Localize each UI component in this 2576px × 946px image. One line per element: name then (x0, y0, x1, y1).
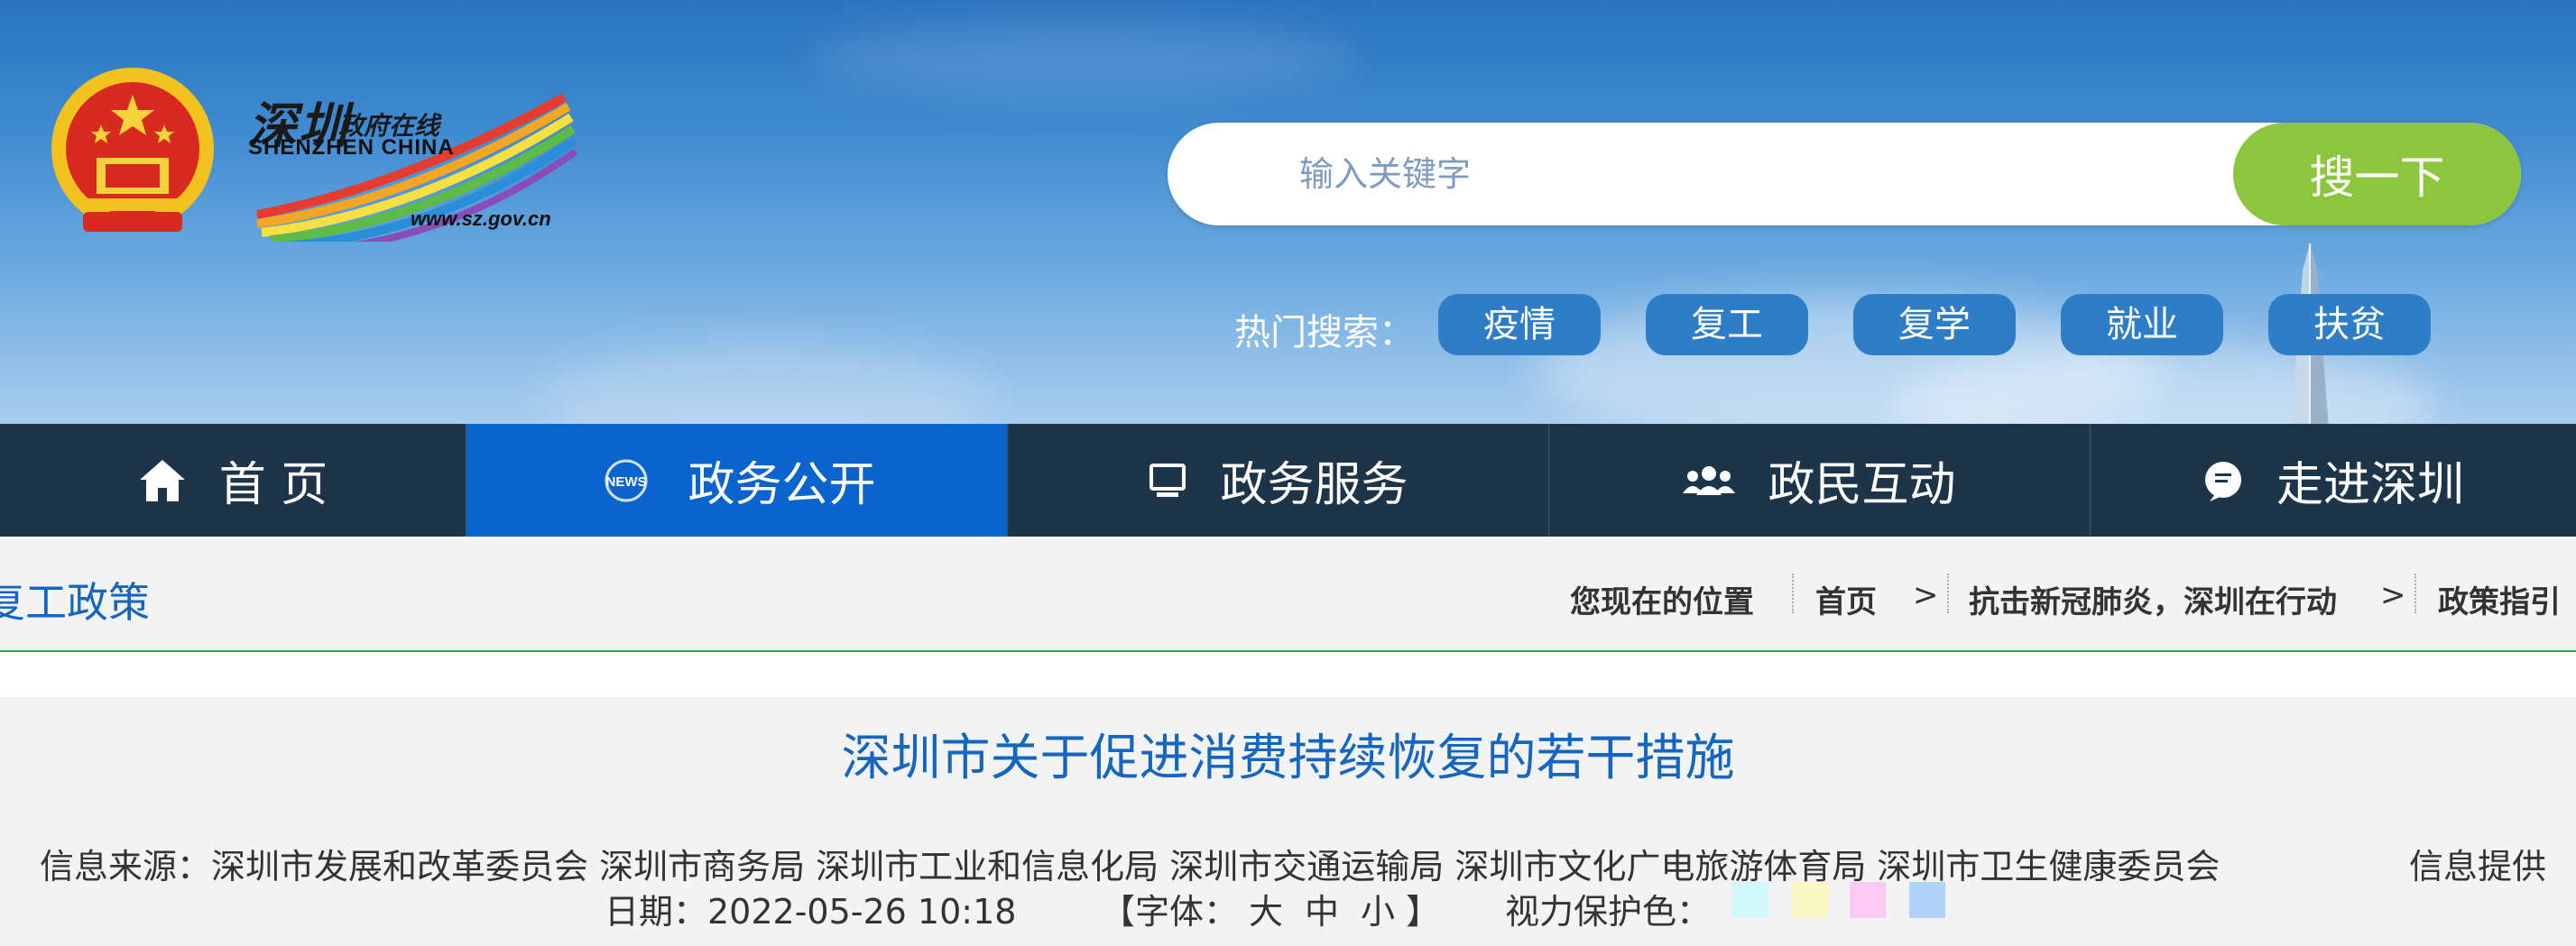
eye-color-swatch-blue[interactable] (1909, 882, 1945, 918)
spacer-strip (0, 654, 2576, 697)
breadcrumb-divider (1792, 574, 1794, 613)
nav-item-government-affairs[interactable]: NEWS 政务公开 (466, 424, 1008, 537)
article-source: 信息来源：深圳市发展和改革委员会 深圳市商务局 深圳市工业和信息化局 深圳市交通… (40, 847, 2221, 886)
logo-url: www.sz.gov.cn (411, 207, 551, 230)
hot-search-label: 热门搜索： (1234, 312, 1415, 354)
svg-text:NEWS: NEWS (606, 474, 647, 490)
breadcrumb-chevron: > (2380, 577, 2406, 613)
nav-item-citizen-interaction[interactable]: 政民互动 (1549, 424, 2091, 537)
national-emblem-icon (51, 68, 214, 232)
search-button[interactable]: 搜一下 (2233, 123, 2521, 225)
article-title: 深圳市关于促进消费持续恢复的若干措施 (841, 729, 1735, 786)
cloud-decoration (541, 343, 993, 424)
hot-search-tag[interactable]: 扶贫 (2268, 294, 2431, 355)
eye-color-swatch-cyan[interactable] (1732, 882, 1768, 918)
eye-color-swatch-yellow[interactable] (1792, 882, 1828, 918)
breadcrumb-item-home[interactable]: 首页 (1815, 577, 1877, 621)
hot-search-tag[interactable]: 就业 (2061, 294, 2223, 355)
people-icon (1683, 465, 1736, 495)
nav-item-government-services[interactable]: 政务服务 (1008, 424, 1549, 537)
search-input[interactable] (1299, 144, 2184, 204)
hot-search-tag[interactable]: 复学 (1853, 294, 2016, 355)
font-size-label: 【字体： (1101, 892, 1239, 932)
monitor-icon (1150, 463, 1186, 497)
logo-text-en: SHENZHEN CHINA (248, 135, 455, 160)
nav-item-label: 首 页 (218, 458, 328, 512)
section-title: 复工政策 (0, 578, 150, 627)
font-size-large-button[interactable]: 大 (1249, 884, 1283, 933)
font-size-small-button[interactable]: 小 (1361, 884, 1395, 933)
chat-icon (2204, 461, 2241, 501)
nav-item-home[interactable]: 首 页 (0, 424, 466, 537)
breadcrumb-item-policy[interactable]: 政策指引 (2438, 577, 2561, 621)
nav-item-label: 政务公开 (688, 458, 876, 512)
breadcrumb-location-label: 您现在的位置 (1570, 584, 1754, 620)
nav-item-label: 走进深圳 (2276, 458, 2464, 512)
nav-item-label: 政务服务 (1220, 458, 1408, 512)
font-size-bracket-close: 】 (1406, 892, 1441, 932)
breadcrumb-item-covid[interactable]: 抗击新冠肺炎，深圳在行动 (1969, 577, 2337, 621)
hot-search-tag[interactable]: 复工 (1646, 294, 1808, 355)
breadcrumb-divider (1947, 574, 1949, 613)
cloud-decoration (812, 18, 1353, 99)
news-icon: NEWS (605, 459, 648, 501)
home-icon (139, 459, 185, 501)
main-nav: 首 页 NEWS 政务公开 政务服务 政民互动 走进深圳 (0, 424, 2576, 537)
breadcrumb-chevron: > (1913, 577, 1939, 613)
font-size-controls: 【字体：大中小】 (1101, 884, 1440, 933)
hot-search-tag[interactable]: 疫情 (1438, 294, 1601, 355)
article-provider-label: 信息提供 (2409, 847, 2547, 886)
nav-item-about-shenzhen[interactable]: 走进深圳 (2091, 424, 2576, 537)
eye-color-swatch-pink[interactable] (1850, 882, 1886, 918)
article-date: 日期：2022-05-26 10:18 (605, 892, 1017, 932)
eye-protection-label: 视力保护色： (1505, 892, 1712, 932)
nav-item-label: 政民互动 (1768, 458, 1956, 512)
font-size-medium-button[interactable]: 中 (1305, 884, 1339, 933)
breadcrumb-divider (2414, 574, 2416, 613)
